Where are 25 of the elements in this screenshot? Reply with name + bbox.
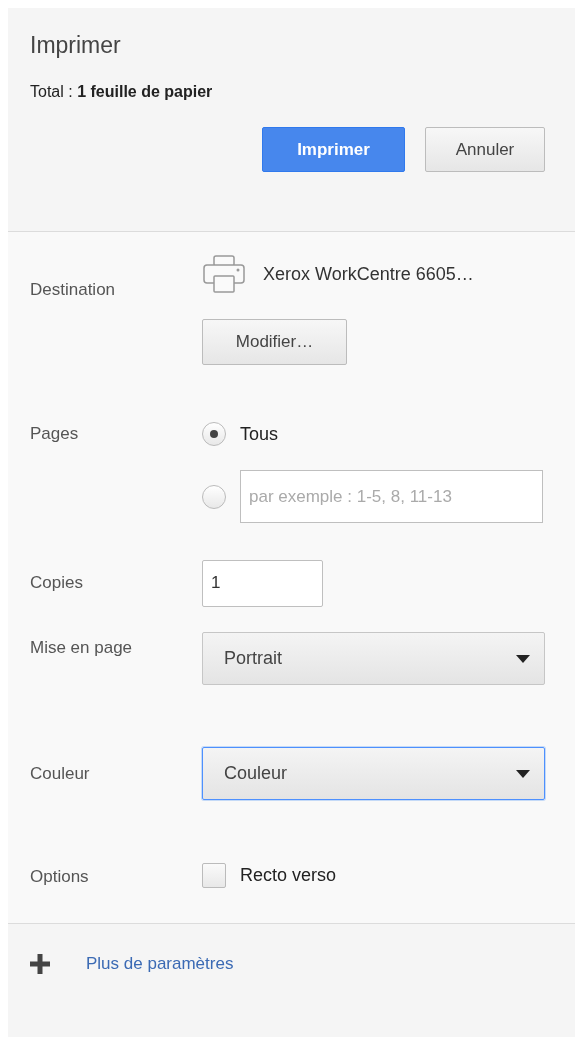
radio-button[interactable] xyxy=(202,422,226,446)
printer-name: Xerox WorkCentre 6605… xyxy=(263,263,474,285)
dropdown[interactable]: Portrait xyxy=(202,632,545,685)
dropdown[interactable]: Couleur xyxy=(202,747,545,800)
change-button[interactable]: Modifier… xyxy=(202,319,347,365)
page-range-field[interactable]: par exemple : 1-5, 8, 11-13 xyxy=(240,470,543,523)
print-button[interactable]: Imprimer xyxy=(262,127,405,172)
setting-label: Options xyxy=(30,867,90,887)
cancel-button[interactable]: Annuler xyxy=(425,127,545,172)
radio-button[interactable] xyxy=(202,484,226,509)
checkbox-label: Recto verso xyxy=(240,865,337,886)
caret-icon xyxy=(516,654,530,663)
setting-label: Mise en page xyxy=(30,638,134,658)
copies-field[interactable]: 1 xyxy=(202,559,323,607)
radio-label: Tous xyxy=(240,423,279,445)
setting-label: Copies xyxy=(30,573,84,593)
setting-label: Pages xyxy=(30,424,80,444)
checkbox[interactable] xyxy=(202,863,226,888)
setting-label: Couleur xyxy=(30,764,91,784)
dialog-title: Imprimer xyxy=(30,32,122,59)
setting-label: Destination xyxy=(30,280,117,300)
more-settings-link[interactable]: Plus de paramètres xyxy=(86,954,234,974)
printer-icon xyxy=(202,254,246,294)
caret-icon xyxy=(516,769,530,778)
total-sheets-text: Total : 1 feuille de papier xyxy=(30,83,214,101)
